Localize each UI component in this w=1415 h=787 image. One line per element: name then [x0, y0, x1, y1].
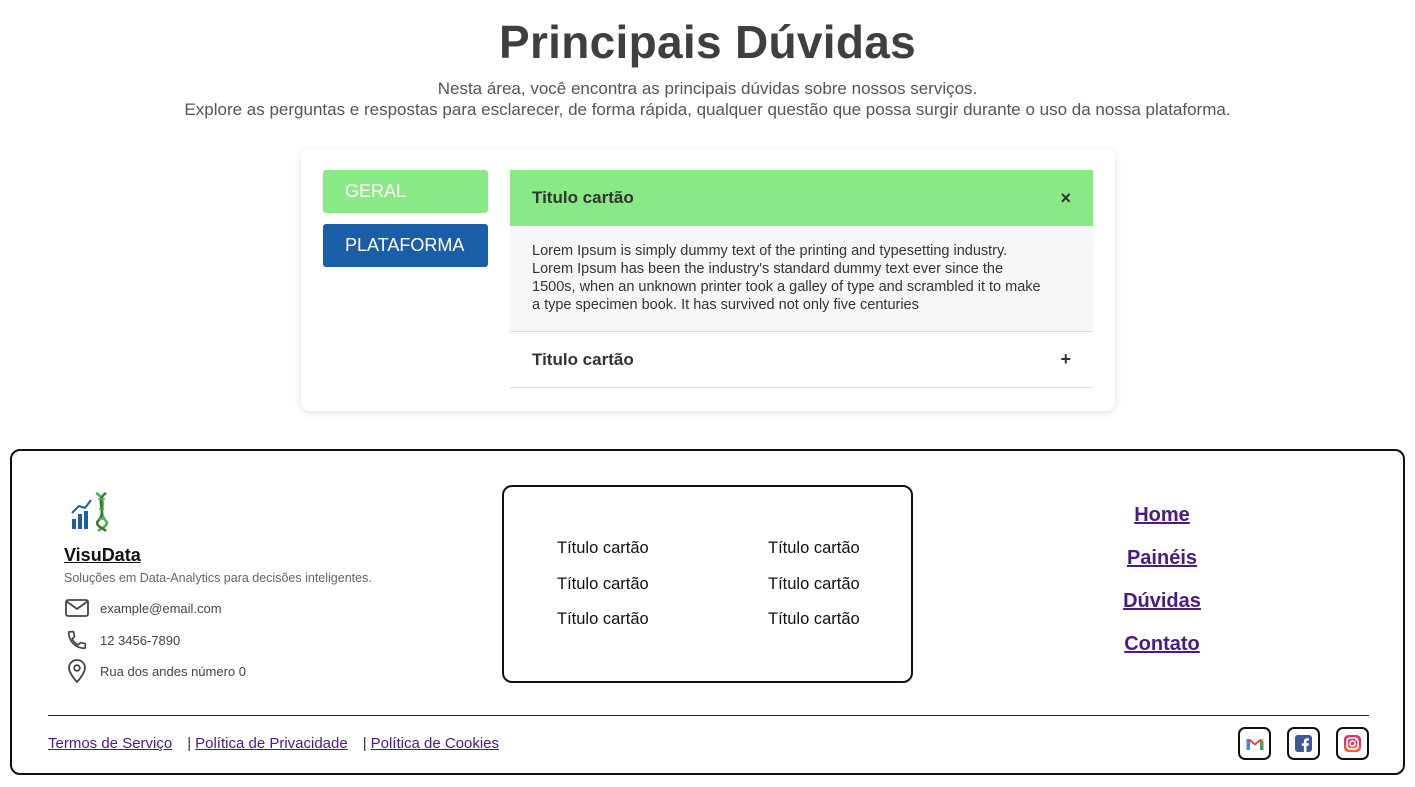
location-pin-icon — [64, 659, 90, 683]
cookies-link[interactable]: Política de Cookies — [371, 735, 499, 752]
footer-link[interactable]: Título cartão — [768, 575, 860, 594]
mail-icon — [64, 596, 90, 620]
brand-name[interactable]: VisuData — [64, 545, 141, 566]
phone-icon — [64, 628, 90, 652]
faq-item-header[interactable]: Titulo cartão + — [510, 332, 1093, 388]
close-icon[interactable]: × — [1060, 188, 1071, 209]
page-title: Principais Dúvidas — [499, 16, 916, 68]
contact-email: example@email.com — [64, 596, 222, 620]
faq-item-header[interactable]: Titulo cartão × — [510, 170, 1093, 226]
address-text: Rua dos andes número 0 — [100, 663, 246, 679]
privacy-link[interactable]: Política de Privacidade — [195, 735, 348, 752]
faq-card: GERAL PLATAFORMA Titulo cartão × Lorem I… — [301, 149, 1115, 411]
separator: | — [362, 735, 367, 752]
phone-text: 12 3456-7890 — [100, 632, 181, 648]
hero-description-line1: Nesta área, você encontra as principais … — [437, 79, 978, 98]
footer-nav: Home Painéis Dúvidas Contato — [1092, 503, 1232, 675]
faq-item-answer: Lorem Ipsum is simply dummy text of the … — [510, 226, 1093, 332]
facebook-icon[interactable] — [1287, 727, 1320, 760]
footer-link[interactable]: Título cartão — [768, 539, 860, 558]
hero-description-line2: Explore as perguntas e respostas para es… — [184, 100, 1231, 119]
footer: VisuData Soluções em Data-Analytics para… — [10, 449, 1405, 775]
footer-link[interactable]: Título cartão — [768, 610, 860, 629]
nav-link-paineis[interactable]: Painéis — [1092, 546, 1232, 589]
faq-item-title: Titulo cartão — [532, 349, 634, 369]
instagram-icon[interactable] — [1336, 727, 1369, 760]
category-geral-button[interactable]: GERAL — [323, 170, 488, 213]
category-plataforma-button[interactable]: PLATAFORMA — [323, 224, 488, 267]
gmail-icon[interactable] — [1238, 727, 1271, 760]
footer-link[interactable]: Título cartão — [557, 575, 649, 594]
nav-link-contato[interactable]: Contato — [1092, 632, 1232, 675]
footer-links-box: Título cartão Título cartão Título cartã… — [502, 485, 913, 683]
separator: | — [187, 735, 192, 752]
contact-address: Rua dos andes número 0 — [64, 659, 246, 683]
nav-link-home[interactable]: Home — [1092, 503, 1232, 546]
logo-icon — [70, 489, 114, 533]
brand-tagline: Soluções em Data-Analytics para decisões… — [64, 571, 372, 585]
legal-links: Termos de Serviço | Política de Privacid… — [48, 735, 499, 752]
footer-link[interactable]: Título cartão — [557, 610, 649, 629]
terms-link[interactable]: Termos de Serviço — [48, 735, 172, 752]
faq-item-title: Titulo cartão — [532, 188, 634, 207]
plus-icon[interactable]: + — [1060, 349, 1071, 370]
contact-phone: 12 3456-7890 — [64, 628, 180, 652]
footer-link[interactable]: Título cartão — [557, 539, 649, 558]
footer-divider — [48, 715, 1369, 716]
hero: Principais Dúvidas Nesta área, você enco… — [0, 0, 1415, 120]
faq-accordion: Titulo cartão × Lorem Ipsum is simply du… — [510, 170, 1093, 388]
nav-link-duvidas[interactable]: Dúvidas — [1092, 589, 1232, 632]
email-text: example@email.com — [100, 600, 222, 616]
